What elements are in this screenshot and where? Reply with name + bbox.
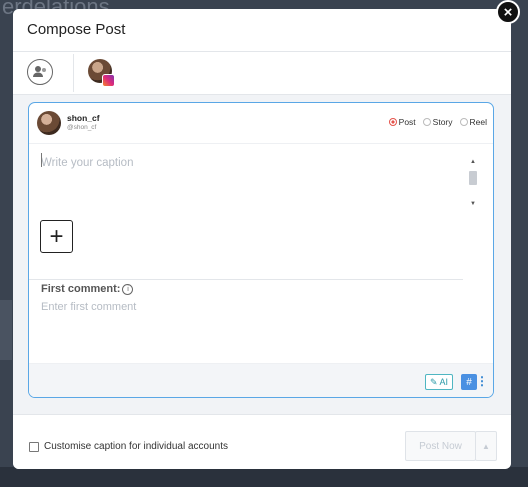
divider: [29, 279, 463, 280]
ai-button[interactable]: ✎ AI: [424, 374, 453, 390]
scroll-up-icon[interactable]: ▲: [467, 157, 479, 167]
ai-button-label: AI: [439, 377, 448, 387]
first-comment-input[interactable]: [41, 299, 341, 315]
add-media-button[interactable]: +: [40, 220, 73, 253]
scroll-thumb[interactable]: [469, 171, 477, 185]
more-options-icon[interactable]: ⋮: [476, 373, 488, 389]
radio-story[interactable]: [422, 118, 431, 126]
post-now-button[interactable]: Post Now: [405, 431, 476, 461]
post-editor: shon_cf @shon_cf Post Story Reel ▲: [28, 102, 494, 398]
account-name: shon_cf: [67, 113, 100, 123]
first-comment-label: First comment: i: [41, 283, 134, 295]
first-comment-label-text: First comment:: [41, 283, 121, 295]
radio-post[interactable]: [388, 118, 397, 126]
post-type-story-label: Story: [432, 117, 453, 127]
instagram-icon: [102, 74, 115, 87]
background-sidebar: [0, 300, 12, 360]
account-handle: @shon_cf: [67, 124, 97, 131]
customise-caption-label: Customise caption for individual account…: [44, 441, 228, 452]
info-icon[interactable]: i: [122, 283, 134, 295]
pencil-icon: ✎: [429, 376, 438, 387]
close-button[interactable]: ×: [496, 0, 520, 24]
background-bottom-strip: [0, 467, 528, 487]
compose-post-modal: Compose Post shon_cf @shon_cf Post Story…: [13, 9, 511, 469]
text-caret: [41, 153, 42, 167]
customise-caption-checkbox[interactable]: [29, 442, 39, 452]
user-avatar: [37, 111, 61, 135]
post-type-reel[interactable]: Reel: [459, 117, 487, 127]
post-options-chevron-icon[interactable]: ▲: [475, 431, 497, 461]
modal-header: Compose Post: [13, 9, 511, 52]
scroll-down-icon[interactable]: ▼: [467, 199, 479, 209]
post-type-reel-label: Reel: [469, 117, 487, 127]
modal-footer: Customise caption for individual account…: [13, 414, 511, 469]
post-type-post-label: Post: [398, 117, 416, 127]
account-divider: [73, 54, 74, 92]
all-accounts-icon[interactable]: [27, 59, 53, 85]
post-type-selector: Post Story Reel: [388, 117, 487, 127]
post-type-story[interactable]: Story: [422, 117, 453, 127]
post-type-post[interactable]: Post: [388, 117, 416, 127]
account-selector-bar: [13, 52, 511, 95]
caption-input[interactable]: [41, 153, 441, 173]
editor-header: shon_cf @shon_cf Post Story Reel: [29, 103, 493, 144]
editor-toolbar: ✎ AI # ⋮: [29, 363, 493, 397]
radio-reel[interactable]: [459, 118, 468, 126]
caption-scrollbar[interactable]: ▲ ▼: [467, 157, 479, 209]
hashtag-button[interactable]: #: [461, 374, 477, 390]
modal-title: Compose Post: [27, 21, 126, 38]
